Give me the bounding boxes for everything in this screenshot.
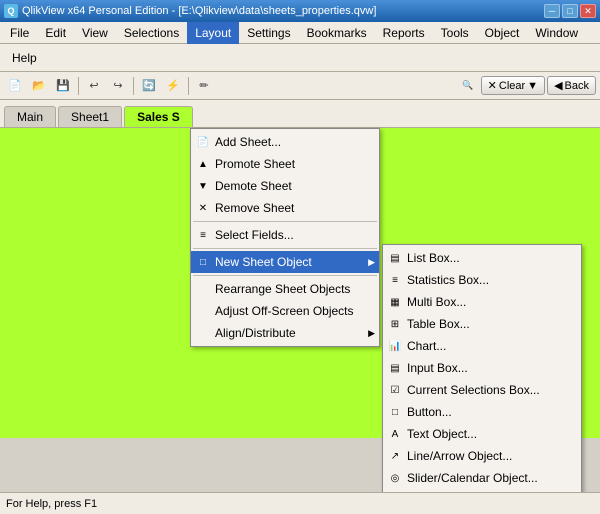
clear-icon: ✕ bbox=[488, 79, 497, 92]
stats-box-item[interactable]: ≡ Statistics Box... bbox=[383, 269, 581, 291]
title-bar-left: Q QlikView x64 Personal Edition - [E:\Ql… bbox=[4, 4, 376, 18]
toolbar-reload[interactable]: 🔄 bbox=[138, 75, 160, 97]
menu-bookmarks[interactable]: Bookmarks bbox=[299, 22, 375, 44]
clear-button[interactable]: ✕ Clear ▼ bbox=[481, 76, 545, 95]
new-sheet-object-item[interactable]: □ New Sheet Object bbox=[191, 251, 379, 273]
sep1 bbox=[78, 77, 79, 95]
back-button[interactable]: ◀ Back bbox=[547, 76, 596, 95]
rearrange-item[interactable]: Rearrange Sheet Objects bbox=[191, 278, 379, 300]
menu-tools[interactable]: Tools bbox=[433, 22, 477, 44]
status-text: For Help, press F1 bbox=[6, 498, 97, 510]
minimize-button[interactable]: ─ bbox=[544, 4, 560, 18]
toolbar-save[interactable]: 💾 bbox=[52, 75, 74, 97]
align-item[interactable]: Align/Distribute bbox=[191, 322, 379, 344]
sep2 bbox=[133, 77, 134, 95]
back-arrow-icon: ◀ bbox=[554, 79, 562, 92]
menu-file[interactable]: File bbox=[2, 22, 37, 44]
back-label: Back bbox=[565, 80, 589, 92]
toolbar-redo[interactable]: ↪ bbox=[107, 75, 129, 97]
sheet-tab-sheet1[interactable]: Sheet1 bbox=[58, 106, 122, 127]
toolbar-design[interactable]: ✏ bbox=[193, 75, 215, 97]
align-icon bbox=[195, 325, 211, 341]
sep3 bbox=[188, 77, 189, 95]
menu-settings[interactable]: Settings bbox=[239, 22, 298, 44]
demote-sheet-icon: ▼ bbox=[195, 178, 211, 194]
toolbar-zoom[interactable]: 🔍 bbox=[457, 75, 479, 97]
multi-box-item[interactable]: ▦ Multi Box... bbox=[383, 291, 581, 313]
title-bar: Q QlikView x64 Personal Edition - [E:\Ql… bbox=[0, 0, 600, 22]
title-bar-controls: ─ □ ✕ bbox=[544, 4, 596, 18]
clear-label: Clear bbox=[499, 80, 525, 92]
adjust-icon bbox=[195, 303, 211, 319]
table-box-icon: ⊞ bbox=[387, 316, 403, 332]
button-icon: □ bbox=[387, 404, 403, 420]
promote-sheet-item[interactable]: ▲ Promote Sheet bbox=[191, 153, 379, 175]
table-box-item[interactable]: ⊞ Table Box... bbox=[383, 313, 581, 335]
current-selections-icon: ☑ bbox=[387, 382, 403, 398]
add-sheet-item[interactable]: 📄 Add Sheet... bbox=[191, 131, 379, 153]
new-sheet-object-icon: □ bbox=[195, 254, 211, 270]
current-selections-item[interactable]: ☑ Current Selections Box... bbox=[383, 379, 581, 401]
app-window: Q QlikView x64 Personal Edition - [E:\Ql… bbox=[0, 0, 600, 514]
promote-sheet-icon: ▲ bbox=[195, 156, 211, 172]
sheet-tab-sales[interactable]: Sales S bbox=[124, 106, 193, 127]
slider-calendar-item[interactable]: ◎ Slider/Calendar Object... bbox=[383, 467, 581, 489]
input-box-icon: ▤ bbox=[387, 360, 403, 376]
select-fields-item[interactable]: ≡ Select Fields... bbox=[191, 224, 379, 246]
toolbar-help: Help bbox=[0, 44, 600, 72]
menu-window[interactable]: Window bbox=[527, 22, 586, 44]
menu-view[interactable]: View bbox=[74, 22, 116, 44]
menu-selections[interactable]: Selections bbox=[116, 22, 187, 44]
clear-dropdown-icon[interactable]: ▼ bbox=[527, 80, 538, 92]
menu-help[interactable]: Help bbox=[4, 47, 45, 69]
text-object-item[interactable]: A Text Object... bbox=[383, 423, 581, 445]
remove-sheet-item[interactable]: ✕ Remove Sheet bbox=[191, 197, 379, 219]
list-box-icon: ▤ bbox=[387, 250, 403, 266]
new-sheet-object-submenu: ▤ List Box... ≡ Statistics Box... ▦ Mult… bbox=[382, 244, 582, 514]
chart-icon: 📊 bbox=[387, 338, 403, 354]
multi-box-icon: ▦ bbox=[387, 294, 403, 310]
menu-reports[interactable]: Reports bbox=[375, 22, 433, 44]
add-sheet-icon: 📄 bbox=[195, 134, 211, 150]
list-box-item[interactable]: ▤ List Box... bbox=[383, 247, 581, 269]
app-icon: Q bbox=[4, 4, 18, 18]
sheet-tabs-bar: Main Sheet1 Sales S bbox=[0, 100, 600, 128]
toolbar-new[interactable]: 📄 bbox=[4, 75, 26, 97]
text-object-icon: A bbox=[387, 426, 403, 442]
select-fields-icon: ≡ bbox=[195, 227, 211, 243]
menu-layout[interactable]: Layout bbox=[187, 22, 239, 44]
title-bar-text: QlikView x64 Personal Edition - [E:\Qlik… bbox=[22, 5, 376, 17]
sheet-tab-main[interactable]: Main bbox=[4, 106, 56, 127]
maximize-button[interactable]: □ bbox=[562, 4, 578, 18]
toolbar-open[interactable]: 📂 bbox=[28, 75, 50, 97]
close-button[interactable]: ✕ bbox=[580, 4, 596, 18]
main-content: 📄 Add Sheet... ▲ Promote Sheet ▼ Demote … bbox=[0, 128, 600, 438]
slider-calendar-icon: ◎ bbox=[387, 470, 403, 486]
remove-sheet-icon: ✕ bbox=[195, 200, 211, 216]
menu-object[interactable]: Object bbox=[477, 22, 528, 44]
demote-sheet-item[interactable]: ▼ Demote Sheet bbox=[191, 175, 379, 197]
menu-edit[interactable]: Edit bbox=[37, 22, 74, 44]
menu-sep3 bbox=[193, 275, 377, 276]
menu-sep1 bbox=[193, 221, 377, 222]
layout-menu-dropdown: 📄 Add Sheet... ▲ Promote Sheet ▼ Demote … bbox=[190, 128, 380, 347]
button-item[interactable]: □ Button... bbox=[383, 401, 581, 423]
menu-bar: File Edit View Selections Layout Setting… bbox=[0, 22, 600, 44]
input-box-item[interactable]: ▤ Input Box... bbox=[383, 357, 581, 379]
line-arrow-icon: ↗ bbox=[387, 448, 403, 464]
chart-item[interactable]: 📊 Chart... bbox=[383, 335, 581, 357]
toolbar-partial-reload[interactable]: ⚡ bbox=[162, 75, 184, 97]
line-arrow-item[interactable]: ↗ Line/Arrow Object... bbox=[383, 445, 581, 467]
status-bar: For Help, press F1 bbox=[0, 492, 600, 514]
toolbar-icons: 📄 📂 💾 ↩ ↪ 🔄 ⚡ ✏ 🔍 ✕ Clear ▼ ◀ Back bbox=[0, 72, 600, 100]
toolbar-undo[interactable]: ↩ bbox=[83, 75, 105, 97]
rearrange-icon bbox=[195, 281, 211, 297]
menu-sep2 bbox=[193, 248, 377, 249]
adjust-item[interactable]: Adjust Off-Screen Objects bbox=[191, 300, 379, 322]
stats-box-icon: ≡ bbox=[387, 272, 403, 288]
